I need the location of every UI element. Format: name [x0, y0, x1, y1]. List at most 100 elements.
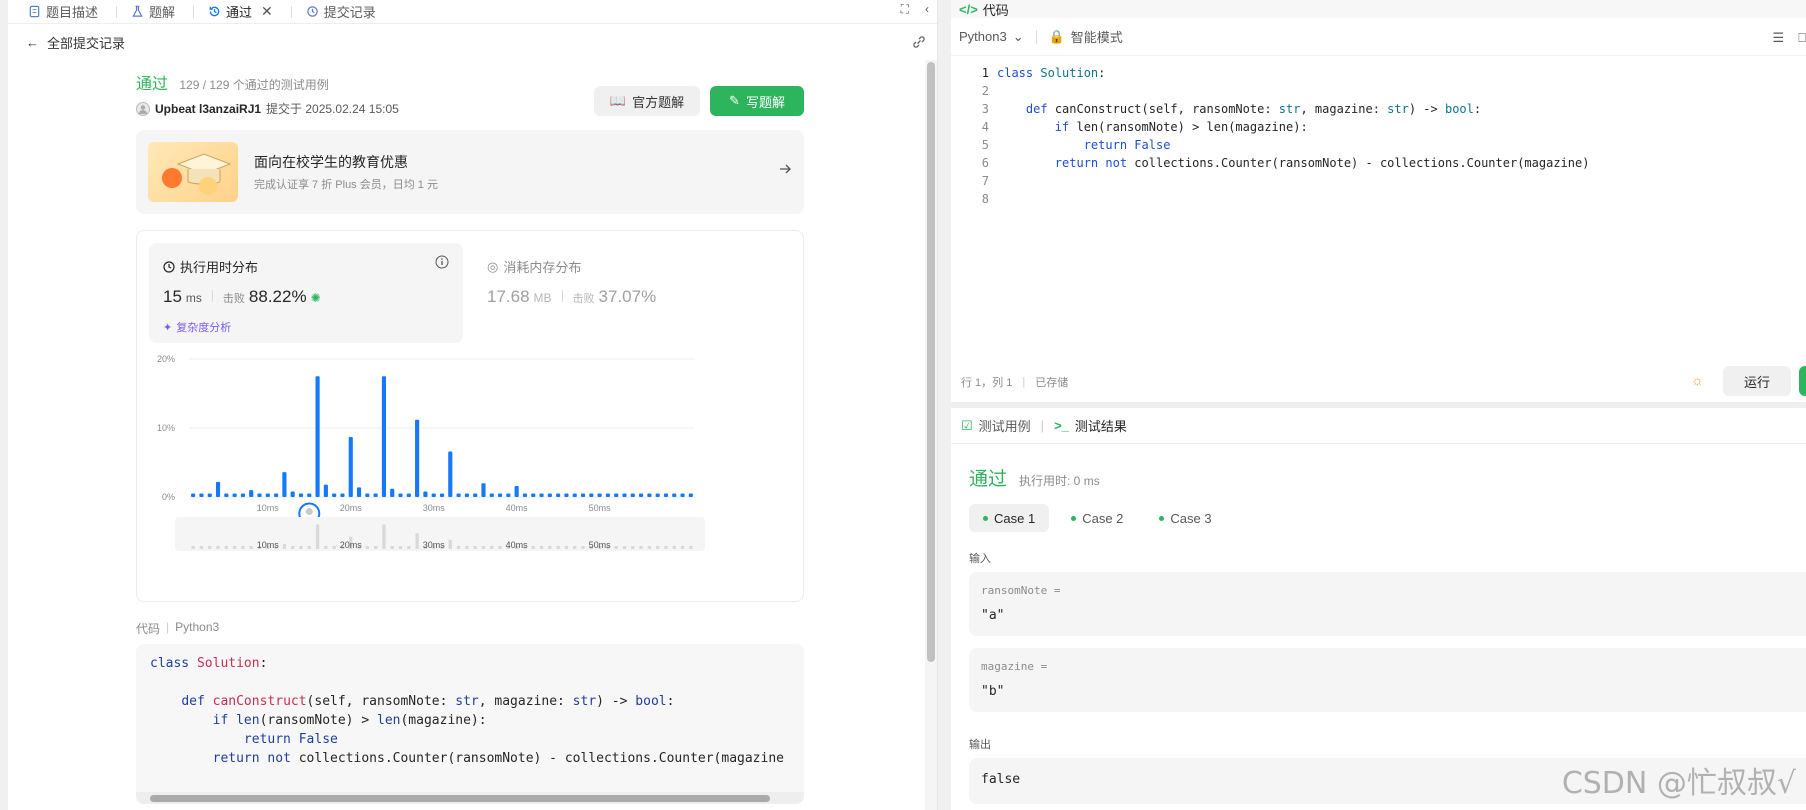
chart-bar[interactable] [522, 493, 528, 497]
tab-solutions[interactable]: 题解 [131, 2, 175, 21]
chart-bar[interactable] [506, 493, 511, 497]
memory-distribution-tab[interactable]: ◎ 消耗内存分布 17.68 MB 击败 37.07% [487, 243, 787, 343]
write-solution-button[interactable]: ✎ 写题解 [710, 86, 804, 116]
tab-test-results[interactable]: 测试结果 [1075, 416, 1127, 435]
chart-bar[interactable] [390, 488, 395, 497]
chart-bar[interactable] [680, 493, 685, 497]
info-icon[interactable] [435, 255, 449, 272]
chart-bar[interactable] [439, 493, 445, 497]
scrollbar-thumb[interactable] [927, 62, 935, 662]
close-icon[interactable]: ✕ [261, 3, 273, 20]
tab-accepted[interactable]: 通过 ✕ [208, 2, 273, 21]
chart-bar[interactable] [398, 493, 403, 497]
editor-code[interactable]: 1 class Solution: 2 3 def canConstruct(se… [951, 64, 1806, 208]
chart-bar[interactable] [257, 493, 262, 497]
format-icon[interactable]: ☰ [1773, 30, 1785, 46]
chart-bar[interactable] [639, 493, 644, 497]
chart-bar[interactable] [647, 493, 652, 497]
vertical-scrollbar[interactable] [925, 60, 937, 810]
chart-bar[interactable] [365, 493, 370, 497]
input-magazine-box[interactable]: magazine = "b" [969, 648, 1806, 712]
chart-bar[interactable] [556, 493, 561, 497]
input-ransomnote-box[interactable]: ransomNote = "a" [969, 572, 1806, 636]
case-tab-1[interactable]: Case 1 [969, 504, 1050, 532]
runtime-distribution-tab[interactable]: 执行用时分布 15 ms 击败 88.22% ✺ ✦ 复杂度分析 [149, 243, 463, 343]
chart-bar[interactable] [489, 493, 494, 497]
back-arrow-icon[interactable]: ← [26, 35, 39, 50]
tab-description[interactable]: 题目描述 [28, 2, 98, 21]
chart-bar[interactable] [630, 493, 635, 497]
chart-bar[interactable] [589, 493, 594, 497]
case-tab-2[interactable]: Case 2 [1057, 504, 1137, 532]
chart-bar[interactable] [531, 493, 536, 497]
official-solution-button[interactable]: 📖 官方题解 [594, 86, 700, 116]
chart-bar[interactable] [572, 493, 577, 497]
chart-bar[interactable] [564, 493, 569, 497]
chart-bar[interactable] [224, 493, 229, 497]
chart-bar[interactable] [373, 493, 378, 497]
chart-bar[interactable] [605, 493, 610, 497]
chart-bar[interactable] [332, 493, 337, 497]
chart-bar[interactable] [672, 493, 677, 497]
runtime-distribution-chart[interactable]: 0% 10% 20% 10ms 20ms 30ms 40ms 50ms 10ms 20ms 30ms… [137, 349, 803, 599]
chart-bar[interactable] [290, 491, 295, 497]
chart-bar[interactable] [415, 419, 420, 497]
chart-bar[interactable] [240, 493, 245, 497]
chart-bar[interactable] [663, 493, 669, 497]
chart-bar[interactable] [497, 493, 503, 497]
chart-bar[interactable] [423, 491, 428, 497]
chart-bar[interactable] [406, 493, 411, 497]
fullscreen-icon[interactable]: ⛶ [901, 2, 909, 17]
chart-bar[interactable] [207, 493, 212, 497]
chart-bar[interactable] [282, 472, 287, 497]
chart-bar[interactable] [232, 493, 237, 497]
scrollbar-thumb[interactable] [150, 795, 770, 802]
chart-bar[interactable] [464, 493, 469, 497]
tab-submissions[interactable]: 提交记录 [306, 2, 376, 21]
chart-bar[interactable] [481, 483, 486, 497]
author-name[interactable]: Upbeat l3anzaiRJ1 [155, 102, 261, 116]
chevron-down-icon[interactable]: ⌄ [1013, 29, 1024, 45]
horizontal-scrollbar[interactable] [136, 792, 804, 804]
chart-bar[interactable] [539, 493, 544, 497]
chart-bar[interactable] [298, 493, 304, 497]
chart-bar[interactable] [547, 493, 552, 497]
bookmark-icon[interactable]: ⎕ [1798, 30, 1806, 46]
submitted-code-block[interactable]: class Solution: def canConstruct(self, r… [136, 644, 804, 804]
all-submissions-link[interactable]: 全部提交记录 [47, 33, 125, 52]
chart-bar[interactable] [356, 487, 362, 497]
chart-bar[interactable] [315, 376, 320, 497]
smart-mode-toggle[interactable]: 智能模式 [1071, 27, 1123, 46]
chart-bar[interactable] [215, 481, 221, 497]
chart-bar[interactable] [381, 376, 387, 497]
chart-bar[interactable] [448, 451, 453, 497]
chart-bar[interactable] [340, 493, 345, 497]
chart-bar[interactable] [323, 484, 328, 497]
submit-button[interactable] [1799, 366, 1806, 396]
collapse-left-icon[interactable]: ‹ [925, 2, 929, 17]
chart-bar[interactable] [580, 493, 586, 497]
chart-bar[interactable] [199, 493, 204, 497]
chart-bar[interactable] [614, 493, 619, 497]
link-icon[interactable] [911, 34, 927, 50]
chart-bar[interactable] [456, 493, 461, 497]
chart-bar[interactable] [597, 493, 602, 497]
chart-bar[interactable] [307, 493, 312, 497]
chart-bar[interactable] [249, 490, 254, 497]
chart-bar[interactable] [274, 493, 279, 497]
chart-bar[interactable] [622, 493, 627, 497]
chart-bar[interactable] [655, 493, 660, 497]
tab-testcases[interactable]: 测试用例 [979, 416, 1031, 435]
chart-bar[interactable] [514, 485, 519, 497]
chart-bar[interactable] [265, 493, 270, 497]
case-tab-3[interactable]: Case 3 [1145, 504, 1225, 532]
chart-bar[interactable] [348, 436, 353, 497]
debug-icon[interactable]: ☼ [1691, 372, 1704, 388]
complexity-analysis-link[interactable]: ✦ 复杂度分析 [163, 319, 231, 335]
submission-scroll-area[interactable]: 通过 129 / 129 个通过的测试用例 Upbeat l3anzaiRJ1 … [8, 60, 930, 810]
chart-bar[interactable] [191, 493, 196, 497]
language-select[interactable]: Python3 [959, 29, 1007, 44]
chart-bar[interactable] [688, 493, 693, 497]
education-promo-banner[interactable]: 面向在校学生的教育优惠 完成认证享 7 折 Plus 会员，日均 1 元 [136, 130, 804, 214]
chart-bar[interactable] [431, 493, 436, 497]
